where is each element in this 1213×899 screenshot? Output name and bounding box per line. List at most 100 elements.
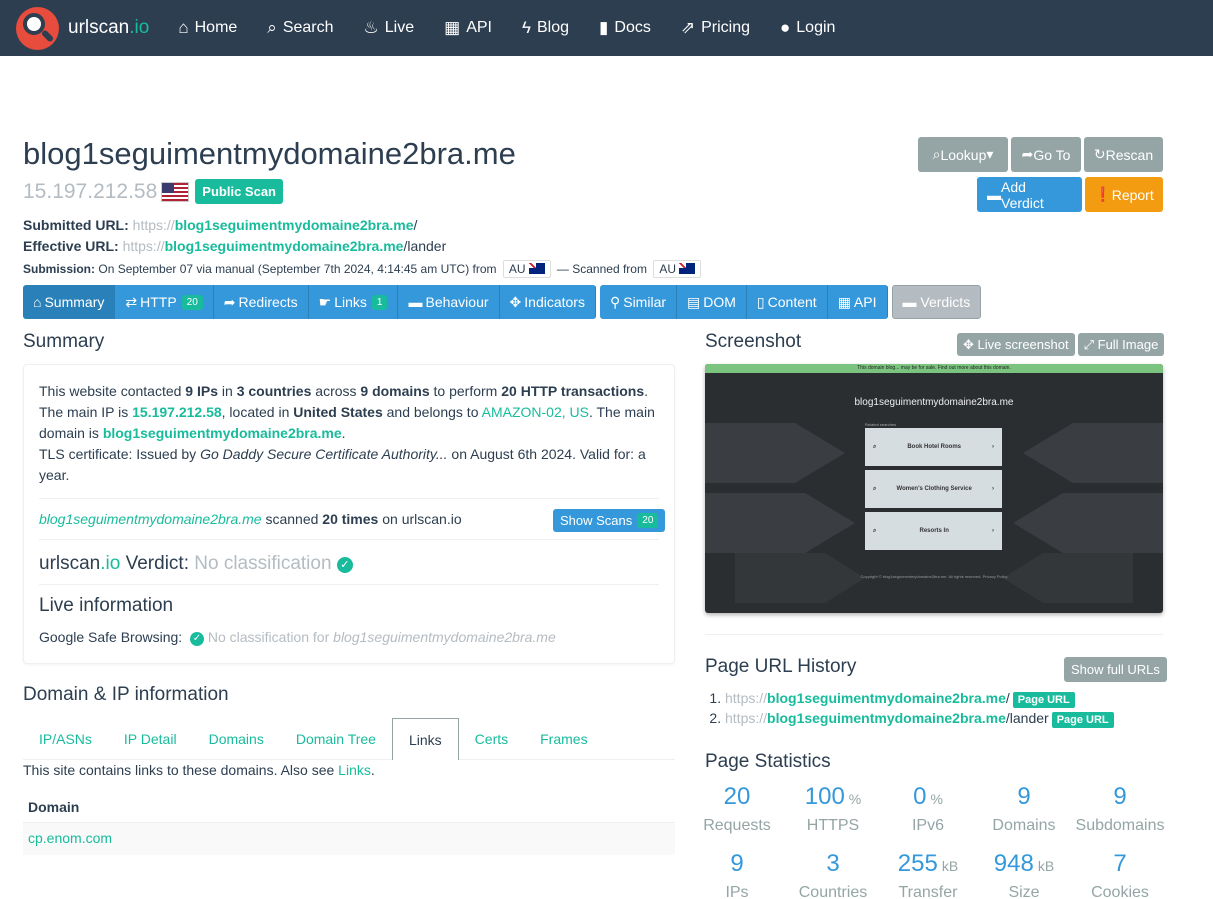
effective-url-prefix: https:// — [122, 238, 165, 254]
stat-unit: % — [930, 791, 943, 807]
dom-tab-icon: ▤ — [687, 293, 701, 310]
url-history-link[interactable]: blog1seguimentmydomaine2bra.me — [767, 710, 1006, 726]
stat-value: 948 kB — [976, 850, 1072, 878]
tab-indicators[interactable]: ✥ Indicators — [499, 285, 596, 319]
tab-certs[interactable]: Certs — [459, 718, 524, 759]
scanned-domain-link[interactable]: blog1seguimentmydomaine2bra.me — [39, 511, 262, 527]
effective-url-link[interactable]: blog1seguimentmydomaine2bra.me — [165, 238, 404, 254]
show-scans-button[interactable]: Show Scans 20 — [553, 509, 666, 532]
screenshot-link-item: ⌕ Resorts In › — [865, 512, 1002, 550]
brand-link[interactable]: urlscan.io — [68, 17, 149, 39]
urlscan-logo-icon[interactable] — [16, 6, 59, 50]
tab-similar[interactable]: ⚲ Similar — [599, 285, 678, 319]
nav-search[interactable]: ⌕ Search — [252, 0, 348, 56]
tab-ip-detail[interactable]: IP Detail — [108, 718, 193, 759]
tab-behaviour[interactable]: ▬ Behaviour — [398, 285, 500, 319]
nav-login[interactable]: ● Login — [765, 0, 850, 56]
page-stats-heading: Page Statistics — [705, 751, 831, 772]
verdict-line: urlscan.io Verdict: No classification ✓ — [39, 553, 353, 575]
page-screenshot[interactable]: This domain blog... may be for sale. Fin… — [705, 364, 1163, 613]
check-circle-icon: ✓ — [336, 557, 353, 573]
domain-link[interactable]: cp.enom.com — [28, 830, 112, 846]
tab-content[interactable]: ▯ Content — [746, 285, 828, 319]
stat-value: 9 — [689, 850, 785, 878]
screenshot-link-label: Book Hotel Rooms — [907, 444, 962, 450]
links-link[interactable]: Links — [338, 762, 371, 778]
home-icon: ⌂ — [178, 18, 189, 37]
asn-link[interactable]: AMAZON-02, US — [482, 404, 589, 420]
tab-http[interactable]: ⇄ HTTP 20 — [115, 285, 214, 319]
stat-ipv6: 0% IPv6 — [880, 783, 976, 835]
url-suffix: /lander — [1005, 710, 1049, 726]
nav-label: Login — [796, 19, 836, 36]
main-ip-link[interactable]: 15.197.212.58 — [132, 404, 222, 420]
nav-live[interactable]: ♨ Live — [349, 0, 430, 56]
nav-api[interactable]: ▦ API — [429, 0, 507, 56]
content-tab-icon: ▯ — [756, 293, 765, 310]
effective-url-line: Effective URL: https://blog1seguimentmyd… — [23, 238, 446, 254]
main-ip: 15.197.212.58 — [23, 179, 158, 203]
stat-countries: 3 Countries — [785, 850, 881, 899]
url-history-link[interactable]: blog1seguimentmydomaine2bra.me — [767, 690, 1006, 706]
full-image-button[interactable]: ⤢ Full Image — [1077, 333, 1165, 356]
tab-dom[interactable]: ▤ DOM — [677, 285, 747, 319]
tab-label: HTTP — [140, 294, 177, 310]
report-button[interactable]: ❗ Report — [1085, 177, 1163, 212]
scan-tabs: ⌂ Summary ⇄ HTTP 20 ➦ Redirects ☛ Links 1 ▬ Behavio… — [23, 285, 982, 319]
us-flag-icon — [161, 181, 190, 202]
chevron-right-icon: › — [992, 528, 994, 534]
tab-domain-tree[interactable]: Domain Tree — [280, 718, 392, 759]
nav-docs[interactable]: ▮ Docs — [584, 0, 666, 56]
tab-summary[interactable]: ⌂ Summary — [23, 285, 116, 319]
screenshot-footer: Copyright © blog1seguimentmydomaine2bra.… — [860, 574, 1008, 579]
nav-label: API — [466, 19, 492, 36]
tab-links[interactable]: ☛ Links 1 — [308, 285, 399, 319]
brand-text: urlscan — [68, 17, 130, 38]
live-screenshot-button[interactable]: ✥ Live screenshot — [957, 333, 1075, 356]
stat-label: Requests — [703, 817, 771, 834]
main-domain-link[interactable]: blog1seguimentmydomaine2bra.me — [103, 425, 342, 441]
submitted-url-suffix: / — [413, 217, 418, 233]
fire-icon: ♨ — [363, 18, 379, 37]
crosshair-icon: ✥ — [963, 336, 974, 352]
summary-heading: Summary — [23, 331, 105, 352]
brand-io-text: .io — [129, 17, 150, 38]
tab-ip-asns[interactable]: IP/ASNs — [23, 718, 108, 759]
links-tab-icon: ☛ — [318, 293, 332, 310]
redirects-tab-icon: ➦ — [223, 293, 236, 310]
tab-verdicts-label: Verdicts — [920, 294, 971, 310]
show-scans-label: Show Scans — [560, 513, 633, 528]
goto-button[interactable]: ➦ Go To — [1011, 137, 1081, 172]
url-prefix: https:// — [725, 690, 768, 706]
nav-pricing[interactable]: ⇗ Pricing — [666, 0, 765, 56]
tab-links[interactable]: Links — [391, 718, 459, 760]
from-country-badge: AU — [502, 260, 551, 278]
stat-value: 7 — [1072, 850, 1168, 878]
nav-blog[interactable]: ϟ Blog — [507, 0, 584, 56]
add-verdict-button[interactable]: ▬ Add Verdict — [977, 177, 1082, 212]
public-scan-badge: Public Scan — [195, 179, 283, 204]
external-link-icon: ⇗ — [680, 18, 696, 37]
stat-number: 9 — [1113, 783, 1127, 810]
stat-label: Countries — [798, 884, 868, 899]
tab-domains[interactable]: Domains — [193, 718, 280, 759]
rescan-button[interactable]: ↻ Rescan — [1084, 137, 1163, 172]
lookup-button[interactable]: ⌕ Lookup ▾ — [918, 137, 1008, 172]
tab-verdicts[interactable]: ▬ Verdicts — [891, 285, 982, 319]
tab-redirects[interactable]: ➦ Redirects — [213, 285, 309, 319]
page-url-badge: Page URL — [1051, 712, 1114, 728]
gsb-label: Google Safe Browsing: — [39, 629, 183, 645]
effective-url-suffix: /lander — [403, 238, 447, 254]
tab-frames[interactable]: Frames — [524, 718, 603, 759]
tab-api[interactable]: ▦ API — [827, 285, 888, 319]
chevron-right-icon: › — [992, 486, 994, 492]
from-country-code: AU — [508, 262, 526, 276]
stat-label: Cookies — [1091, 884, 1149, 899]
submitted-url-link[interactable]: blog1seguimentmydomaine2bra.me — [175, 217, 414, 233]
stat-number: 948 — [993, 850, 1034, 877]
tab-label: DOM — [703, 294, 736, 310]
show-full-urls-button[interactable]: Show full URLs — [1064, 657, 1167, 682]
nav-home[interactable]: ⌂ Home — [163, 0, 252, 56]
tab-label: Summary — [44, 294, 105, 310]
stat-label: Transfer — [898, 884, 958, 899]
